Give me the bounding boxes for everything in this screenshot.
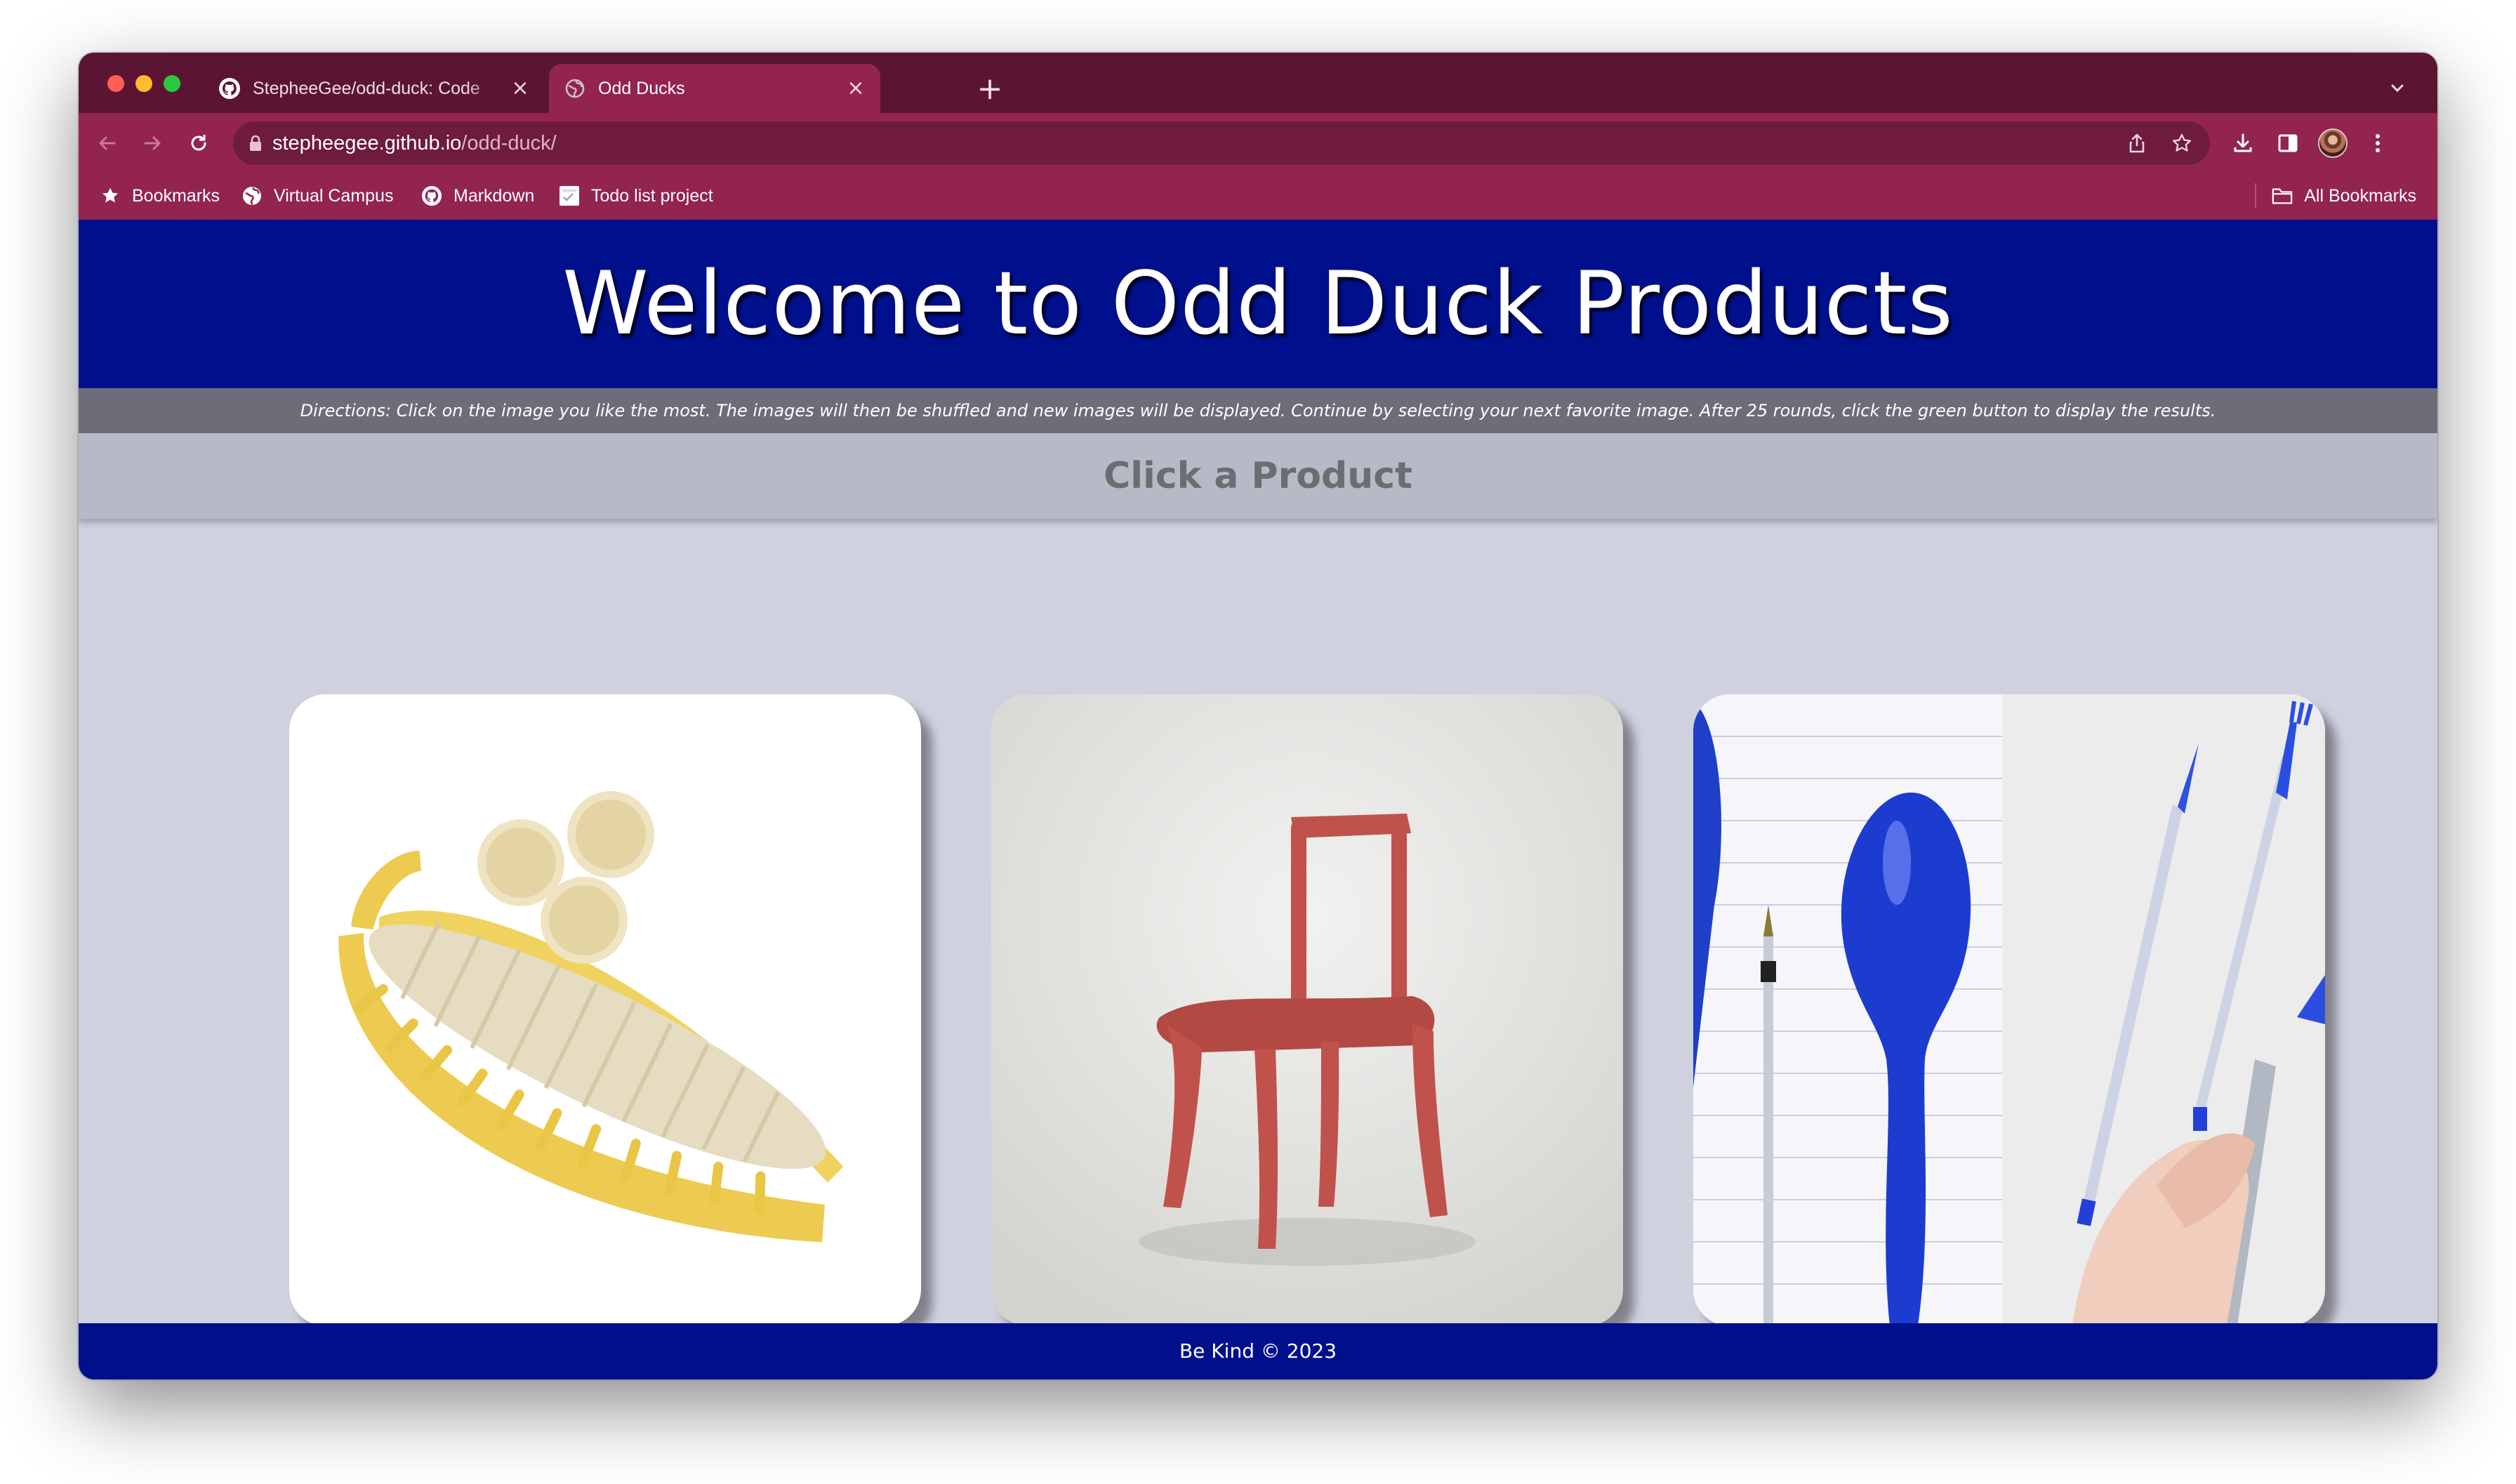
bookmark-star-icon[interactable]: [2171, 132, 2193, 154]
back-button[interactable]: [91, 127, 124, 159]
zoom-window-button[interactable]: [164, 75, 180, 92]
bookmark-todo-list-project[interactable]: Todo list project: [559, 173, 713, 218]
bookmark-virtual-campus[interactable]: Virtual Campus: [241, 173, 393, 218]
github-icon: [421, 185, 442, 206]
chair-image: [991, 694, 1623, 1326]
forward-arrow-icon: [144, 136, 161, 150]
close-window-button[interactable]: [107, 75, 124, 92]
github-icon: [218, 77, 241, 100]
browser-window: StepheeGee/odd-duck: Code × Odd Ducks × …: [79, 53, 2437, 1379]
close-icon[interactable]: ×: [845, 78, 866, 99]
avatar: [2318, 128, 2348, 158]
minimize-window-button[interactable]: [135, 75, 152, 92]
star-icon: [100, 185, 121, 206]
toolbar: stepheegee.github.io/odd-duck/: [79, 113, 2437, 173]
bookmark-label: Todo list project: [591, 185, 713, 206]
product-image-utensil-pen[interactable]: [1693, 694, 2325, 1326]
section-title: Click a Product: [1104, 455, 1412, 497]
bookmark-label: Bookmarks: [132, 185, 220, 206]
bookmarks-bar: Bookmarks Virtual Campus Markdown Todo l…: [79, 173, 2437, 340]
product-image-banana-slicer[interactable]: [289, 694, 921, 1326]
all-bookmarks-label: All Bookmarks: [2304, 185, 2416, 206]
tab-title: StepheeGee/odd-duck: Code: [253, 78, 480, 98]
directions-text: Directions: Click on the image you like …: [79, 388, 2437, 433]
reload-button[interactable]: [183, 127, 215, 159]
page-icon: [559, 185, 580, 206]
tab-github[interactable]: StepheeGee/odd-duck: Code ×: [204, 64, 545, 113]
bookmark-label: Markdown: [453, 185, 535, 206]
url-text[interactable]: stepheegee.github.io/odd-duck/: [272, 121, 557, 165]
bookmark-label: Virtual Campus: [274, 185, 394, 206]
address-bar[interactable]: stepheegee.github.io/odd-duck/: [233, 121, 2210, 165]
folder-icon: [2272, 185, 2293, 206]
page-content: Welcome to Odd Duck Products Directions:…: [79, 220, 2437, 1379]
reload-icon: [191, 135, 206, 151]
download-icon[interactable]: [2227, 127, 2259, 159]
kebab-menu-icon[interactable]: [2362, 127, 2394, 159]
all-bookmarks-button[interactable]: All Bookmarks: [2272, 173, 2416, 218]
tab-strip: StepheeGee/odd-duck: Code × Odd Ducks × …: [79, 53, 2437, 113]
forward-button[interactable]: [136, 127, 168, 159]
chevron-down-icon[interactable]: [2387, 78, 2408, 99]
section-bar: Click a Product: [79, 433, 2437, 519]
utensil-pen-image: [1693, 694, 2325, 1326]
share-icon[interactable]: [2126, 132, 2148, 154]
footer-text: Be Kind © 2023: [1179, 1339, 1337, 1363]
site-header: Welcome to Odd Duck Products: [79, 220, 2437, 388]
bookmark-bookmarks[interactable]: Bookmarks: [100, 173, 220, 218]
side-panel-icon[interactable]: [2272, 127, 2304, 159]
new-tab-button[interactable]: +: [970, 72, 1009, 107]
globe-icon: [241, 185, 263, 206]
url-path: /odd-duck/: [461, 132, 557, 154]
back-arrow-icon: [99, 136, 116, 150]
close-icon[interactable]: ×: [510, 78, 531, 99]
bookmark-markdown[interactable]: Markdown: [421, 173, 534, 218]
bookmarks-divider: [2255, 183, 2256, 208]
tab-title: Odd Ducks: [598, 78, 685, 98]
lock-icon[interactable]: [249, 135, 263, 154]
site-footer: Be Kind © 2023: [79, 1323, 2437, 1379]
tab-odd-ducks[interactable]: Odd Ducks ×: [549, 64, 880, 113]
banana-slicer-image: [338, 791, 844, 1243]
url-host: stepheegee.github.io: [272, 132, 462, 154]
product-image-chair[interactable]: [991, 694, 1623, 1326]
globe-icon: [563, 77, 587, 100]
page-title: Welcome to Odd Duck Products: [562, 253, 1954, 355]
profile-avatar[interactable]: [2317, 127, 2349, 159]
